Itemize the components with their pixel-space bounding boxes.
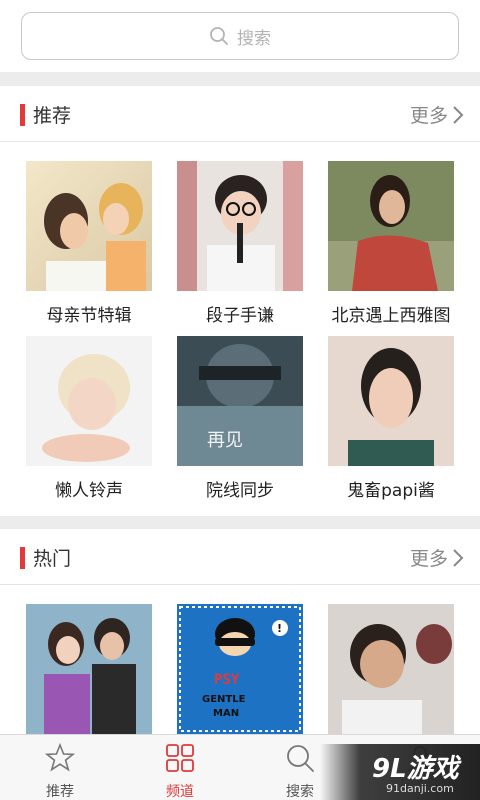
svg-text:PSY: PSY xyxy=(214,672,240,688)
svg-text:再见: 再见 xyxy=(207,430,243,451)
svg-text:!: ! xyxy=(277,622,282,635)
hot-tile-1[interactable] xyxy=(26,604,152,734)
hot-section: 热门 更多 ! PSY GENTLE MAN xyxy=(0,529,480,734)
search-icon xyxy=(210,27,228,45)
thumbnail-image xyxy=(26,161,152,291)
recommend-header: 推荐 更多 xyxy=(0,86,480,142)
tile-label: 鬼畜papi酱 xyxy=(347,481,435,501)
recommend-title: 推荐 xyxy=(33,105,72,127)
chevron-right-icon xyxy=(453,105,464,124)
tab-label: 推荐 xyxy=(46,784,74,800)
recommend-section: 推荐 更多 母亲节特辑 段子手谦 北京遇上西雅图 懒人铃声 再见 院线同步 鬼畜… xyxy=(0,86,480,516)
thumbnail-image xyxy=(26,336,152,466)
hot-tile-3[interactable] xyxy=(328,604,454,734)
svg-text:GENTLE: GENTLE xyxy=(202,694,246,705)
thumbnail-image: 再见 xyxy=(177,336,303,466)
recommend-tile-beijing-seattle[interactable]: 北京遇上西雅图 xyxy=(328,161,454,326)
star-icon xyxy=(44,742,76,772)
tile-label: 懒人铃声 xyxy=(55,481,123,501)
recommend-tile-papi[interactable]: 鬼畜papi酱 xyxy=(328,336,454,501)
search-bar-area: 搜索 xyxy=(0,0,480,72)
search-input[interactable]: 搜索 xyxy=(21,12,459,60)
tile-label: 母亲节特辑 xyxy=(46,306,132,326)
chevron-right-icon xyxy=(453,548,464,567)
search-placeholder: 搜索 xyxy=(237,28,271,49)
section-marker xyxy=(20,547,25,569)
thumbnail-image xyxy=(328,604,454,734)
thumbnail-image xyxy=(26,604,152,734)
watermark-brand: 9L游戏 xyxy=(372,754,459,784)
recommend-tile-mothers-day[interactable]: 母亲节特辑 xyxy=(26,161,152,326)
recommend-tile-cinema[interactable]: 再见 院线同步 xyxy=(177,336,303,501)
svg-text:MAN: MAN xyxy=(213,708,239,719)
grid-icon xyxy=(166,744,194,772)
hot-header: 热门 更多 xyxy=(0,529,480,585)
tab-channel[interactable]: 频道 xyxy=(120,735,240,800)
thumbnail-image: ! PSY GENTLE MAN xyxy=(177,604,303,734)
recommend-tile-lazy-ringtone[interactable]: 懒人铃声 xyxy=(26,336,152,501)
watermark-url: 91danji.com xyxy=(386,782,454,795)
hot-tile-psy[interactable]: ! PSY GENTLE MAN xyxy=(177,604,303,734)
tile-label: 院线同步 xyxy=(206,481,274,501)
recommend-more-link[interactable]: 更多 xyxy=(410,101,464,128)
more-label: 更多 xyxy=(409,105,448,127)
section-marker xyxy=(20,104,25,126)
tab-recommend[interactable]: 推荐 xyxy=(0,735,120,800)
hot-title: 热门 xyxy=(33,548,72,570)
tab-label: 频道 xyxy=(166,784,194,800)
tile-label: 北京遇上西雅图 xyxy=(331,306,451,326)
thumbnail-image xyxy=(328,336,454,466)
thumbnail-image xyxy=(177,161,303,291)
thumbnail-image xyxy=(328,161,454,291)
app-screen: { "search": { "placeholder": "搜索" }, "re… xyxy=(0,0,480,800)
more-label: 更多 xyxy=(409,548,448,570)
search-icon xyxy=(287,745,314,772)
recommend-tile-duanzi[interactable]: 段子手谦 xyxy=(177,161,303,326)
tile-label: 段子手谦 xyxy=(206,306,274,326)
hot-more-link[interactable]: 更多 xyxy=(410,544,464,571)
